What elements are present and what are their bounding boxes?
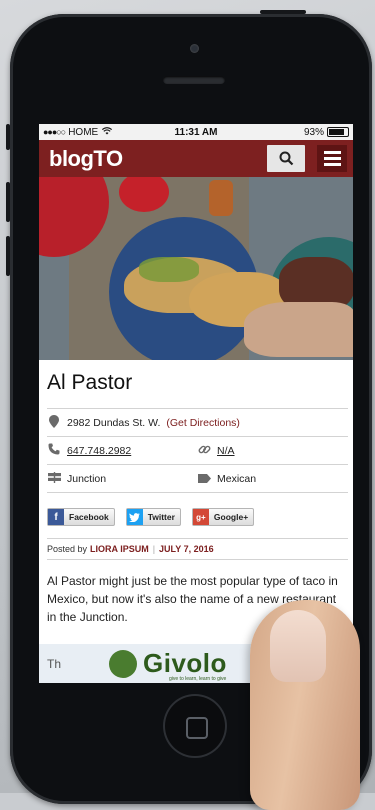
category-label[interactable]: Mexican	[217, 473, 256, 485]
twitter-share-button[interactable]: Twitter	[125, 508, 181, 526]
meta-row: Junction Mexican	[47, 464, 348, 493]
ad-brand: Givolo	[143, 648, 227, 678]
facebook-icon: f	[48, 509, 64, 525]
mute-switch	[6, 124, 10, 150]
neighbourhood-label[interactable]: Junction	[67, 473, 106, 485]
phone-link[interactable]: 647.748.2982	[67, 445, 131, 457]
ad-tagline: give to learn, learn to give	[169, 676, 227, 682]
power-button	[260, 10, 306, 14]
twitter-label: Twitter	[147, 512, 175, 522]
volume-down-button	[6, 236, 10, 276]
battery-indicator: 93%	[304, 127, 349, 138]
hamburger-icon-bar	[323, 163, 341, 166]
post-date: JULY 7, 2016	[159, 544, 214, 554]
byline: Posted by LIORA IPSUM | JULY 7, 2016	[47, 538, 348, 560]
tag-icon	[197, 472, 211, 486]
google-plus-share-button[interactable]: g+ Google+	[191, 508, 255, 526]
website-link[interactable]: N/A	[217, 445, 235, 457]
google-plus-label: Google+	[213, 512, 249, 522]
hamburger-icon-bar	[323, 157, 341, 160]
hero-food-photo	[39, 177, 353, 360]
front-camera	[190, 44, 199, 53]
earpiece-speaker	[163, 76, 225, 84]
link-icon	[197, 443, 211, 459]
volume-up-button	[6, 182, 10, 222]
twitter-icon	[126, 509, 143, 525]
search-icon	[279, 151, 293, 166]
hamburger-icon-bar	[323, 151, 341, 154]
givolo-logo-icon	[109, 649, 138, 678]
home-button-icon	[186, 717, 208, 739]
facebook-share-button[interactable]: f Facebook	[47, 508, 115, 526]
get-directions-link[interactable]: (Get Directions)	[166, 417, 240, 429]
page-title: Al Pastor	[47, 371, 133, 394]
status-bar: ●●●○○ HOME 11:31 AM 93%	[39, 124, 353, 140]
map-pin-icon	[47, 414, 61, 431]
facebook-label: Facebook	[69, 512, 109, 522]
battery-percent: 93%	[303, 126, 324, 138]
author-link[interactable]: LIORA IPSUM	[90, 544, 149, 554]
battery-icon	[327, 127, 349, 137]
fingernail	[270, 610, 326, 682]
blogto-logo[interactable]: blogTO	[49, 146, 123, 172]
contact-row: 647.748.2982 N/A	[47, 436, 348, 464]
search-button[interactable]	[267, 145, 305, 172]
article-content: Al Pastor 2982 Dundas St. W. (Get Direct…	[39, 371, 353, 626]
social-share-bar: f Facebook Twitter g+ Google+	[47, 508, 348, 526]
google-plus-icon: g+	[192, 509, 209, 525]
phone-icon	[47, 443, 61, 458]
posted-by-label: Posted by	[47, 544, 88, 554]
menu-button[interactable]	[317, 145, 347, 172]
ad-prefix-text: Th	[47, 656, 62, 671]
address-text: 2982 Dundas St. W.	[67, 416, 161, 429]
address-row: 2982 Dundas St. W. (Get Directions)	[47, 408, 348, 436]
signpost-icon	[47, 471, 61, 486]
byline-divider: |	[152, 544, 156, 554]
site-header: blogTO	[39, 140, 353, 177]
